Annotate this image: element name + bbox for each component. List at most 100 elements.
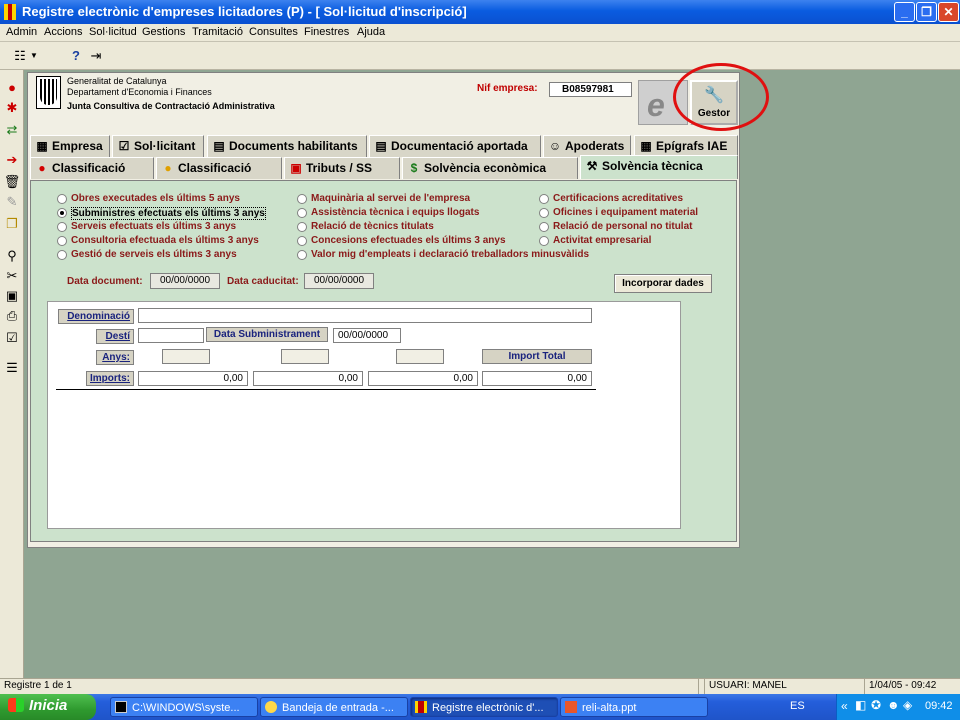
tab-documents-habilitants[interactable]: ▤ Documents habilitants: [207, 135, 367, 157]
tab-classificacio-1[interactable]: ● Classificació: [30, 157, 154, 179]
import-field-4[interactable]: 0,00: [482, 371, 592, 386]
tab-classificacio-2[interactable]: ● Classificació: [156, 157, 282, 179]
task-outlook[interactable]: Bandeja de entrada -...: [260, 697, 408, 717]
taskbar: Inicia C:\WINDOWS\syste... Bandeja de en…: [0, 694, 960, 720]
task-powerpoint[interactable]: reli-alta.ppt: [560, 697, 708, 717]
refresh-icon[interactable]: ⇄: [2, 120, 22, 140]
data-subministrament-button[interactable]: Data Subministrament: [206, 327, 328, 342]
properties-icon[interactable]: ☑: [2, 328, 22, 348]
window-title-bar[interactable]: Registre electrònic d'empreses licitador…: [0, 0, 960, 24]
data-document-field[interactable]: 00/00/0000: [150, 273, 220, 289]
menu-admin[interactable]: Admin: [6, 26, 37, 38]
incorporar-dades-button[interactable]: Incorporar dades: [614, 274, 712, 293]
menu-accions[interactable]: Accions: [44, 26, 83, 38]
minimize-button[interactable]: _: [894, 2, 915, 22]
import-icon[interactable]: ➔: [2, 150, 22, 170]
volume-icon[interactable]: ◈: [903, 698, 912, 712]
tab-label: Sol·licitant: [134, 139, 196, 153]
search-icon[interactable]: ⚲: [2, 246, 22, 266]
tab-label: Documents habilitants: [229, 139, 358, 153]
desti-field[interactable]: [138, 328, 204, 343]
menu-finestres[interactable]: Finestres: [304, 26, 349, 38]
denominacio-field[interactable]: [138, 308, 592, 323]
console-icon: [115, 701, 127, 713]
tab-sollicitant[interactable]: ☑ Sol·licitant: [112, 135, 204, 157]
org-line-2: Departament d'Economia i Finances: [67, 87, 212, 97]
data-caducitat-field[interactable]: 00/00/0000: [304, 273, 374, 289]
imports-label: Imports:: [86, 371, 134, 386]
tab-label: Classificació: [52, 161, 126, 175]
status-bar: Registre 1 de 1 USUARI: MANEL 1/04/05 - …: [0, 678, 960, 694]
e-logo-icon: e: [647, 87, 665, 123]
language-indicator[interactable]: ES: [790, 700, 805, 712]
antivirus-icon[interactable]: ✪: [871, 698, 881, 712]
exit-icon[interactable]: ⇥: [86, 46, 106, 66]
building-icon: ▦: [36, 139, 48, 153]
list-icon[interactable]: ☰: [2, 358, 22, 378]
record-status: Registre 1 de 1: [4, 680, 72, 691]
tab-label: Empresa: [52, 139, 103, 153]
nif-field[interactable]: B08597981: [549, 82, 632, 97]
import-field-2[interactable]: 0,00: [253, 371, 363, 386]
app-icon: [415, 701, 427, 713]
menu-consultes[interactable]: Consultes: [249, 26, 298, 38]
menu-ajuda[interactable]: Ajuda: [357, 26, 385, 38]
flag-spain-icon: ●: [38, 161, 46, 175]
back-icon[interactable]: «: [841, 699, 848, 713]
messenger-icon[interactable]: ☻: [887, 698, 900, 712]
datetime-status: 1/04/05 - 09:42: [864, 679, 960, 694]
import-field-3[interactable]: 0,00: [368, 371, 478, 386]
anys-field-3[interactable]: [396, 349, 444, 364]
anys-field-1[interactable]: [162, 349, 210, 364]
tab-label: Classificació: [178, 161, 252, 175]
maximize-button[interactable]: ❐: [916, 2, 937, 22]
desti-label: Destí: [96, 329, 134, 344]
data-subministrament-field[interactable]: 00/00/0000: [333, 328, 401, 343]
start-button[interactable]: Inicia: [0, 694, 96, 720]
tab-label: Solvència econòmica: [424, 161, 547, 175]
clock[interactable]: 09:42: [925, 700, 953, 712]
help-icon[interactable]: ?: [66, 46, 86, 66]
import-field-1[interactable]: 0,00: [138, 371, 248, 386]
menu-gestions[interactable]: Gestions: [142, 26, 185, 38]
run-icon[interactable]: ✱: [2, 98, 22, 118]
tab-solvencia-tecnica[interactable]: ⚒ Solvència tècnica: [580, 155, 738, 179]
save-icon[interactable]: ▣: [2, 286, 22, 306]
menu-tramitacio[interactable]: Tramitació: [192, 26, 243, 38]
tab-empresa[interactable]: ▦ Empresa: [30, 135, 110, 157]
divider: [56, 389, 596, 390]
start-label: Inicia: [29, 697, 68, 714]
tab-label: Apoderats: [565, 139, 625, 153]
data-document-label: Data document:: [67, 276, 143, 287]
task-registre[interactable]: Registre electrònic d'...: [410, 697, 558, 717]
document-icon: ▤: [213, 139, 225, 153]
task-cmd[interactable]: C:\WINDOWS\syste...: [110, 697, 258, 717]
cut-icon[interactable]: ✂: [2, 266, 22, 286]
tab-apoderats[interactable]: ☺ Apoderats: [543, 135, 631, 157]
delete-icon[interactable]: 🗑: [2, 172, 22, 192]
system-tray: « ◧ ✪ ☻ ◈ 09:42: [836, 694, 960, 720]
tree-view-icon[interactable]: ☷: [10, 46, 30, 66]
denominacio-label: Denominació: [58, 309, 134, 324]
flag-catalonia-icon: ●: [164, 161, 172, 175]
app-icon[interactable]: [4, 4, 16, 20]
mail-icon: [265, 701, 277, 713]
anys-field-2[interactable]: [281, 349, 329, 364]
menu-sollicitud[interactable]: Sol·licitud: [89, 26, 137, 38]
person-icon: ☺: [548, 139, 562, 153]
dropdown-icon[interactable]: ▼: [28, 46, 40, 66]
tab-documentacio-aportada[interactable]: ▤ Documentació aportada: [369, 135, 541, 157]
tab-tributs-ss[interactable]: ▣ Tributs / SS: [284, 157, 400, 179]
import-total-button[interactable]: Import Total: [482, 349, 592, 364]
document-icon: ▤: [375, 139, 387, 153]
network-icon[interactable]: ◧: [855, 698, 866, 712]
close-button[interactable]: ✕: [938, 2, 959, 22]
tab-epigrafs-iae[interactable]: ▦ Epígrafs IAE: [634, 135, 738, 157]
tab-solvencia-economica[interactable]: $ Solvència econòmica: [402, 157, 578, 179]
org-line-3: Junta Consultiva de Contractació Adminis…: [67, 101, 275, 111]
print-icon[interactable]: ⎙: [2, 306, 22, 326]
copy-icon[interactable]: ❐: [2, 214, 22, 234]
stop-icon[interactable]: ●: [2, 78, 22, 98]
edit-icon[interactable]: ✎: [2, 192, 22, 212]
toolbar: ☷ ▼ ? ⇥: [0, 42, 960, 70]
